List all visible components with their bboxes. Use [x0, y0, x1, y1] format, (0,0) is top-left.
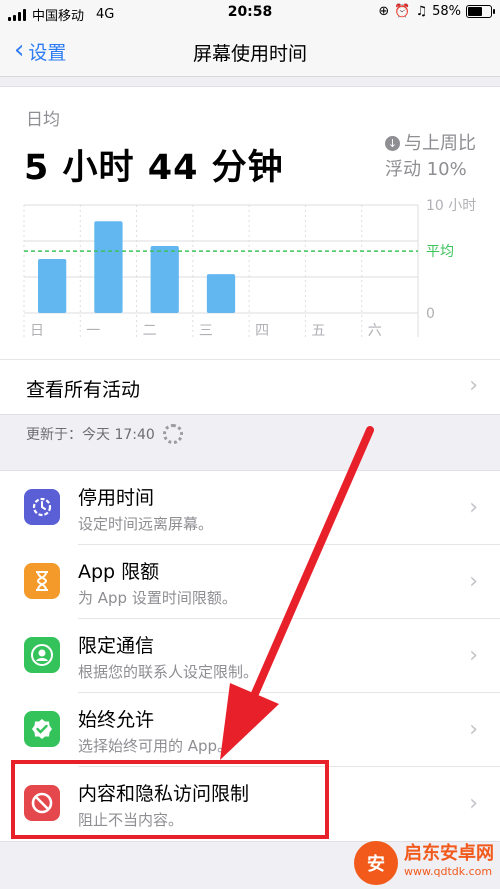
weekly-change-value: 浮动 10% — [385, 159, 467, 180]
settings-item-title: 始终允许 — [78, 709, 155, 731]
watermark-logo-icon: 安 — [354, 841, 398, 885]
headphones-icon: ♫ — [415, 4, 428, 19]
see-all-activity-row[interactable]: 查看所有活动 › — [0, 359, 500, 414]
settings-item-title: 停用时间 — [78, 487, 155, 509]
arrow-down-icon: ↓ — [385, 136, 400, 151]
usage-bar — [38, 259, 67, 313]
settings-item-title: App 限额 — [78, 561, 160, 583]
highlight-box — [11, 760, 329, 839]
usage-bar — [94, 221, 123, 313]
usage-bar — [150, 246, 179, 313]
chevron-right-icon: › — [469, 495, 478, 520]
y-tick-label: 0 — [426, 306, 435, 322]
contact-icon — [24, 637, 60, 673]
chevron-right-icon: › — [469, 569, 478, 594]
loading-spinner-icon — [162, 424, 183, 444]
see-all-activity-label: 查看所有活动 — [26, 379, 141, 401]
x-tick-label: 四 — [255, 323, 269, 339]
daily-average-value: 5 小时 44 分钟 — [24, 148, 284, 188]
x-tick-label: 六 — [368, 323, 382, 339]
checkmark-badge-icon — [24, 711, 60, 747]
settings-item-subtitle: 根据您的联系人设定限制。 — [78, 663, 259, 681]
battery-percent: 58% — [432, 4, 461, 19]
x-tick-label: 三 — [199, 323, 213, 339]
settings-item-3[interactable]: 限定通信根据您的联系人设定限制。 › — [0, 619, 500, 693]
usage-chart-svg: 平均 10 小时 0 日 一 二 三 四 五 六 — [23, 198, 476, 339]
alarm-icon: ⏰ — [394, 4, 411, 19]
settings-item-2[interactable]: App 限额为 App 设置时间限额。 › — [0, 545, 500, 619]
x-tick-label: 一 — [86, 323, 100, 339]
watermark-url: www.qdtdk.com — [404, 865, 493, 878]
lock-rotation-icon: ⊕ — [378, 4, 390, 19]
hourglass-icon — [24, 563, 60, 599]
chevron-right-icon: › — [469, 643, 478, 668]
settings-item-subtitle: 为 App 设置时间限额。 — [78, 589, 237, 607]
updated-label: 更新于：今天 17:40 — [26, 427, 155, 443]
settings-item-title: 限定通信 — [78, 635, 155, 657]
settings-item-subtitle: 选择始终可用的 App。 — [78, 737, 233, 755]
chevron-right-icon: › — [469, 373, 478, 398]
weekly-change-label: 与上周比 — [404, 133, 476, 154]
chevron-right-icon: › — [469, 791, 478, 816]
daily-average-label: 日均 — [26, 110, 60, 130]
page-title: 屏幕使用时间 — [192, 43, 307, 65]
usage-bar — [206, 274, 236, 313]
usage-card: 日均 5 小时 44 分钟 ↓ 与上周比 浮动 10% 平均 10 小时 0 日 一 二 三 四… — [0, 86, 500, 415]
chevron-right-icon: › — [469, 717, 478, 742]
x-tick-label: 日 — [30, 323, 44, 339]
downtime-icon — [24, 489, 60, 525]
watermark-name: 启东安卓网 — [404, 843, 494, 864]
battery-icon — [466, 5, 495, 18]
settings-item-1[interactable]: 停用时间设定时间远离屏幕。 › — [0, 471, 500, 545]
settings-item-4[interactable]: 始终允许选择始终可用的 App。 › — [0, 693, 500, 767]
watermark: 安 启东安卓网 www.qdtdk.com — [354, 841, 494, 885]
x-tick-label: 五 — [311, 323, 325, 339]
status-bar: 中国移动 4G 20:58 ⊕ ⏰ ♫ 58% — [0, 0, 500, 26]
weekly-change: ↓ 与上周比 浮动 10% — [385, 131, 476, 183]
average-label: 平均 — [426, 244, 454, 260]
settings-item-subtitle: 设定时间远离屏幕。 — [78, 515, 214, 533]
updated-status: 更新于：今天 17:40 — [26, 424, 183, 444]
usage-chart[interactable]: 平均 10 小时 0 日 一 二 三 四 五 六 — [0, 187, 500, 357]
status-right: ⊕ ⏰ ♫ 58% — [378, 4, 495, 19]
x-tick-label: 二 — [143, 323, 157, 339]
y-tick-label: 10 小时 — [426, 198, 476, 214]
navigation-bar: ‹ 设置 屏幕使用时间 — [0, 26, 500, 77]
